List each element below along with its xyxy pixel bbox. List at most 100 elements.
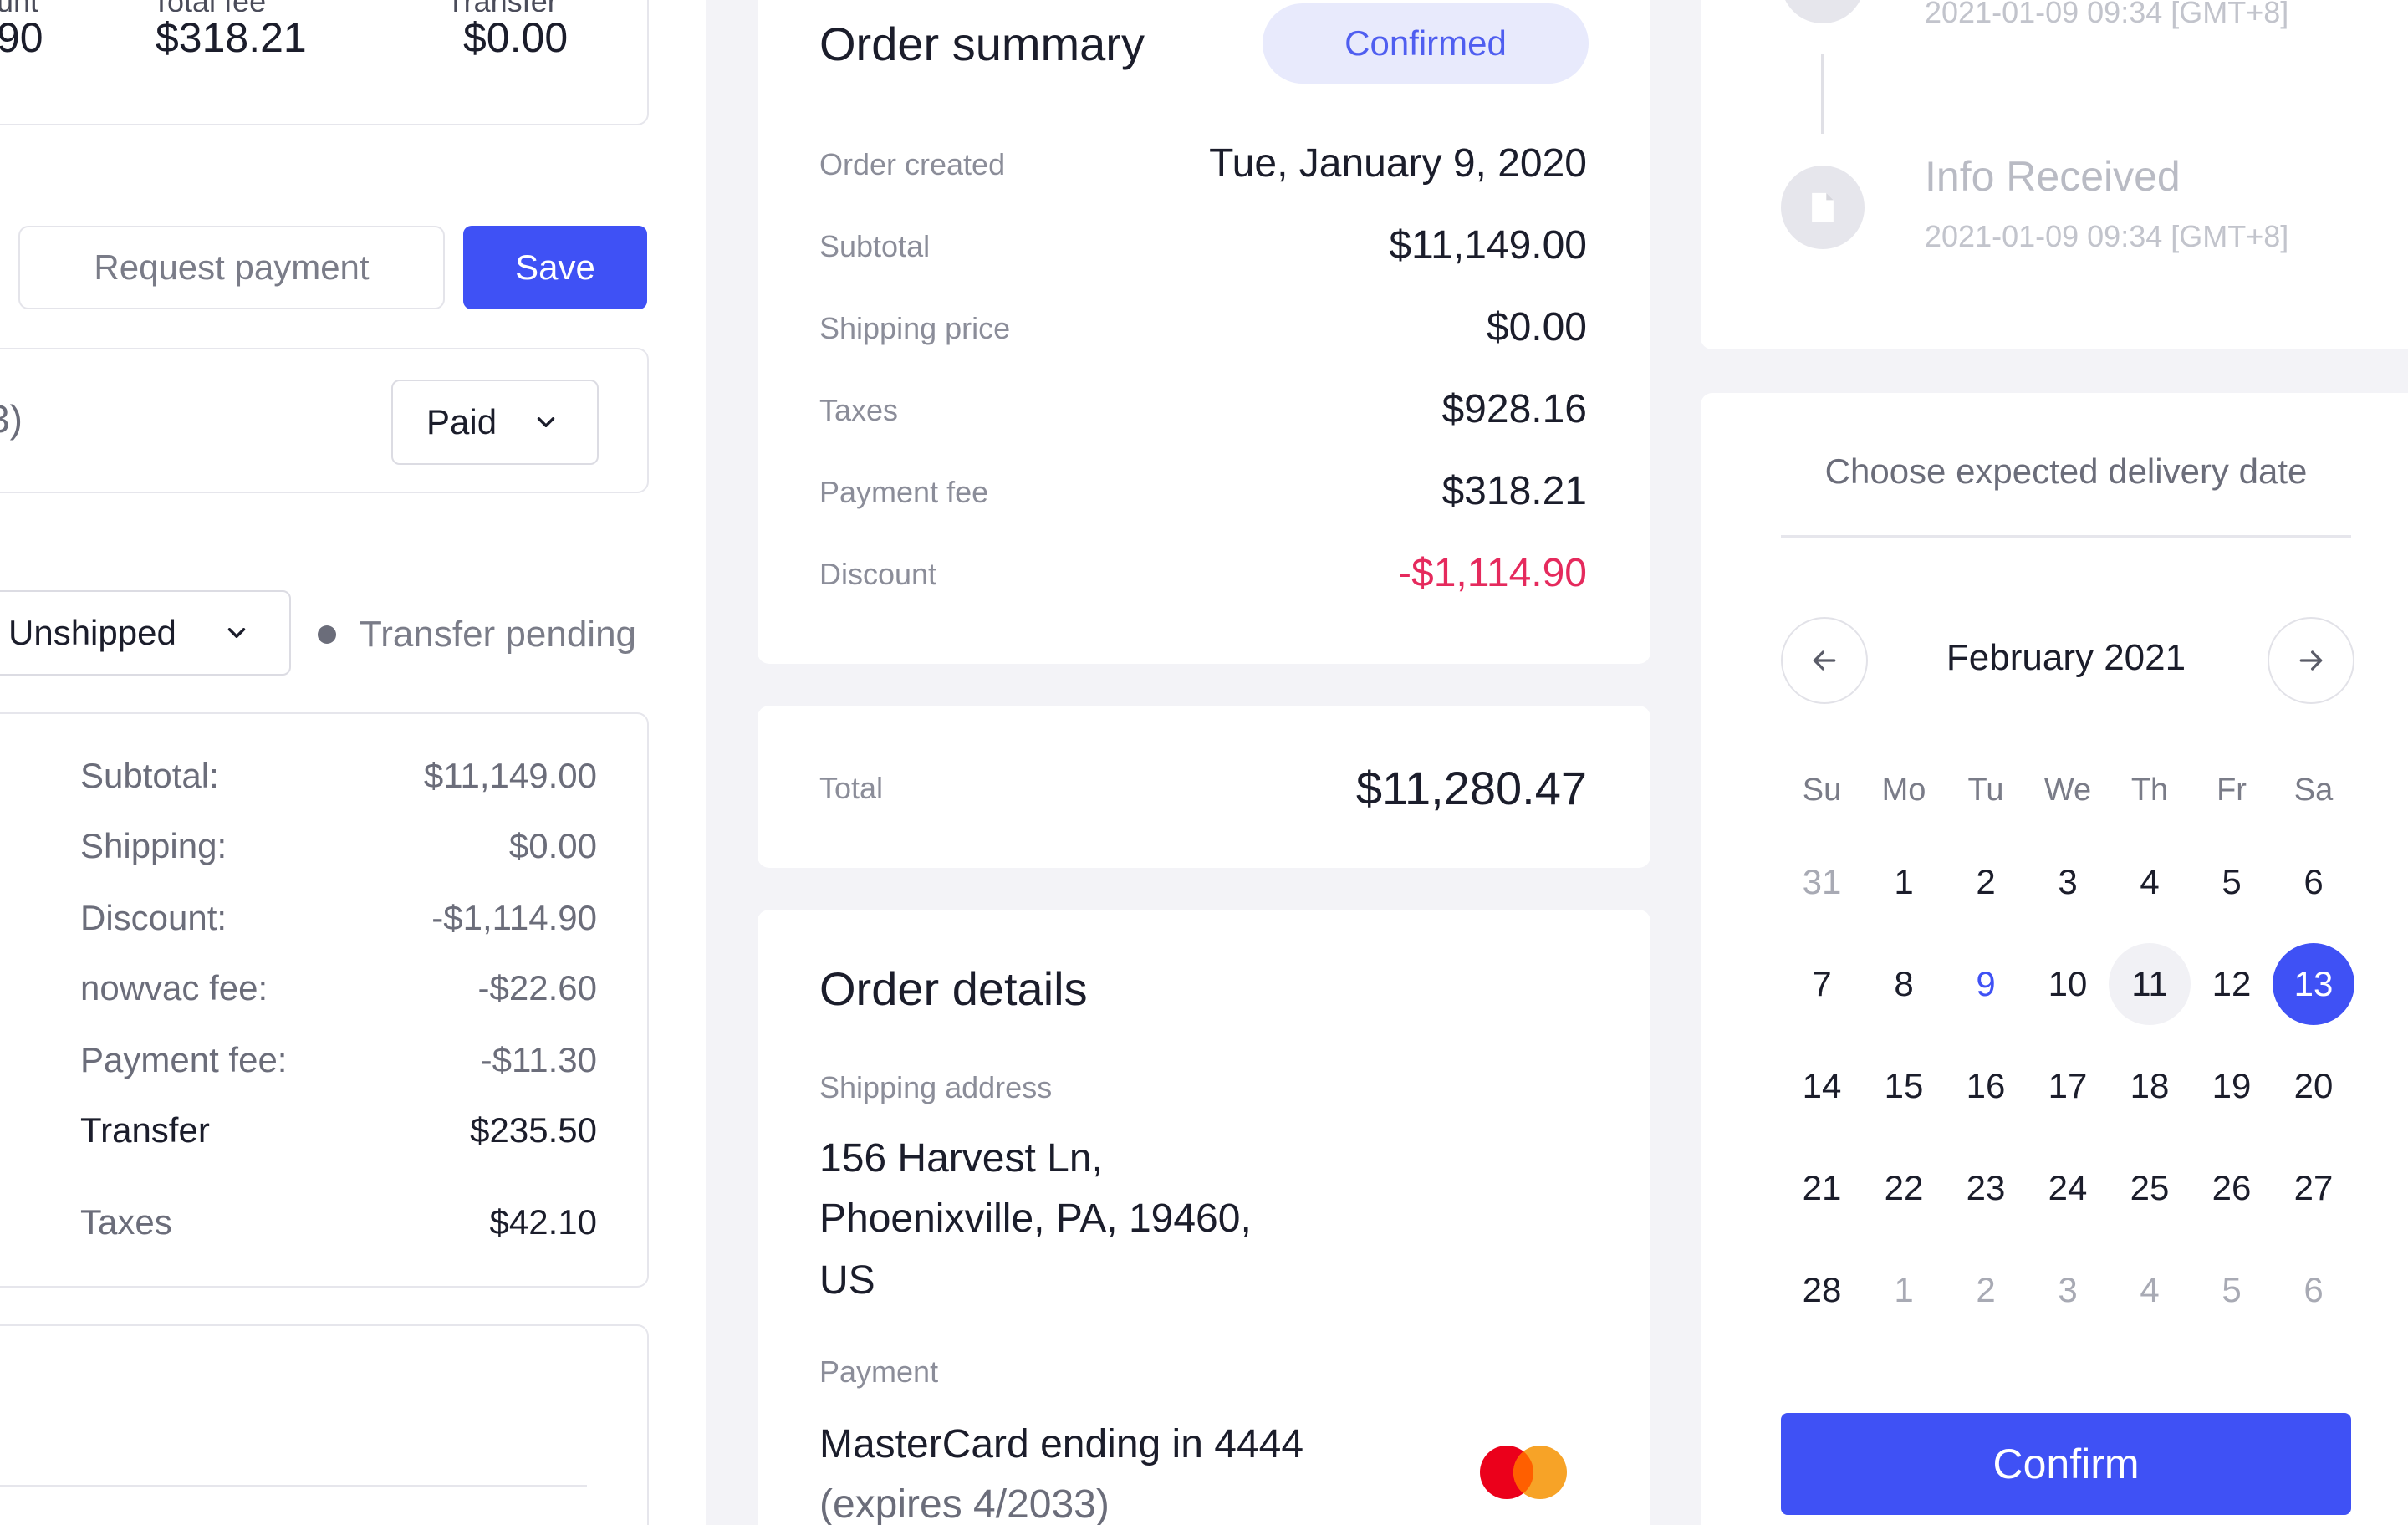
status-badge: Confirmed — [1263, 3, 1589, 84]
address-line-1: 156 Harvest Ln, — [819, 1136, 1103, 1181]
dow-fr: Fr — [2217, 773, 2247, 808]
calendar-day[interactable]: 15 — [1863, 1045, 1945, 1127]
calendar-day-outside[interactable]: 4 — [2109, 1249, 2191, 1331]
calendar-day-outside[interactable]: 31 — [1781, 841, 1863, 923]
order-summary-title: Order summary — [819, 18, 1145, 70]
stat-value-total-fee: $318.21 — [156, 14, 307, 61]
calendar-day[interactable]: 1 — [1863, 841, 1945, 923]
calendar-day[interactable]: 6 — [2273, 841, 2354, 923]
summary-value-shipping: $0.00 — [1486, 305, 1587, 349]
payment-card-line: MasterCard ending in 4444 — [819, 1422, 1304, 1466]
summary-value-discount: -$1,114.90 — [1398, 551, 1587, 595]
calendar-day[interactable]: 20 — [2273, 1045, 2354, 1127]
save-button[interactable]: Save — [463, 226, 647, 309]
breakdown-row-shipping: Shipping: $0.00 — [80, 826, 597, 865]
arrow-left-icon — [1813, 650, 1836, 671]
dow-mo: Mo — [1881, 773, 1926, 808]
calendar-day[interactable]: 3 — [2027, 841, 2109, 923]
summary-label-subtotal: Subtotal — [819, 229, 931, 263]
calendar-day[interactable]: 4 — [2109, 841, 2191, 923]
calendar-day[interactable]: 25 — [2109, 1147, 2191, 1229]
calendar-day-outside[interactable]: 1 — [1863, 1249, 1945, 1331]
dow-tu: Tu — [1967, 773, 2004, 808]
arrow-right-icon — [2299, 650, 2323, 671]
breakdown-row-transfer: Transfer $235.50 — [80, 1110, 597, 1150]
calendar-day[interactable]: 9 — [1945, 943, 2027, 1025]
stat-value-transfer: $0.00 — [463, 14, 569, 61]
timeline-connector — [1821, 54, 1824, 134]
calendar-day[interactable]: 14 — [1781, 1045, 1863, 1127]
shipping-select-value: Unshipped — [8, 613, 176, 652]
address-line-3: US — [819, 1258, 875, 1303]
delivery-date-prompt: Choose expected delivery date — [1824, 451, 2308, 491]
payment-label: Payment — [819, 1354, 939, 1389]
calendar-day[interactable]: 8 — [1863, 943, 1945, 1025]
calendar-day[interactable]: 26 — [2191, 1147, 2273, 1229]
calendar-day[interactable]: 17 — [2027, 1045, 2109, 1127]
timeline-event-title: Info Received — [1925, 153, 2181, 200]
total-label: Total — [819, 771, 884, 805]
shipping-address-label: Shipping address — [819, 1070, 1053, 1104]
calendar-day[interactable]: 22 — [1863, 1147, 1945, 1229]
calendar-day[interactable]: 11 — [2109, 943, 2191, 1025]
dow-sa: Sa — [2293, 773, 2334, 808]
calendar-day[interactable]: 13 — [2273, 943, 2354, 1025]
calendar-day[interactable]: 24 — [2027, 1147, 2109, 1229]
breakdown-row-discount: Discount: -$1,114.90 — [80, 898, 597, 937]
calendar-day-outside[interactable]: 2 — [1945, 1249, 2027, 1331]
calendar-day-outside[interactable]: 6 — [2273, 1249, 2354, 1331]
stat-value-amount: 90 — [0, 14, 43, 61]
breakdown-row-subtotal: Subtotal: $11,149.00 — [80, 756, 597, 795]
breakdown-row-platform-fee: nowvac fee: -$22.60 — [80, 968, 597, 1007]
calendar-day[interactable]: 27 — [2273, 1147, 2354, 1229]
calendar-day[interactable]: 16 — [1945, 1045, 2027, 1127]
calendar-day[interactable]: 19 — [2191, 1045, 2273, 1127]
timeline-time-top: 2021-01-09 09:34 [GMT+8] — [1925, 0, 2289, 29]
calendar-day[interactable]: 23 — [1945, 1147, 2027, 1229]
order-details-title: Order details — [819, 962, 1088, 1015]
stat-header-total-fee: Total fee — [152, 0, 266, 12]
transfer-status-dot — [318, 625, 336, 644]
summary-value-order-created: Tue, January 9, 2020 — [1209, 141, 1587, 186]
total-value: $11,280.47 — [1355, 762, 1587, 814]
summary-value-subtotal: $11,149.00 — [1389, 223, 1587, 268]
document-icon — [1781, 166, 1865, 249]
divider — [1781, 535, 2351, 538]
calendar-day-outside[interactable]: 5 — [2191, 1249, 2273, 1331]
summary-value-payment-fee: $318.21 — [1441, 469, 1587, 513]
transfer-status-text: Transfer pending — [360, 614, 637, 655]
calendar-day[interactable]: 18 — [2109, 1045, 2191, 1127]
calendar-day[interactable]: 7 — [1781, 943, 1863, 1025]
confirm-button[interactable]: Confirm — [1781, 1413, 2351, 1515]
payment-status-card: 3) Paid — [0, 348, 649, 493]
divider — [0, 1485, 587, 1487]
paid-select[interactable]: Paid — [391, 380, 599, 465]
calendar-day-outside[interactable]: 3 — [2027, 1249, 2109, 1331]
next-month-button[interactable] — [2268, 617, 2354, 704]
calendar-day[interactable]: 12 — [2191, 943, 2273, 1025]
summary-label-payment-fee: Payment fee — [819, 475, 989, 509]
stats-card: unt Total fee Transfer 90 $318.21 $0.00 — [0, 0, 649, 125]
shipping-status-select[interactable]: Unshipped — [0, 590, 291, 676]
stat-header-transfer: Transfer — [446, 0, 558, 12]
summary-label-taxes: Taxes — [819, 393, 899, 427]
summary-value-taxes: $928.16 — [1441, 387, 1587, 431]
calendar-day[interactable]: 5 — [2191, 841, 2273, 923]
calendar-day[interactable]: 2 — [1945, 841, 2027, 923]
prev-month-button[interactable] — [1781, 617, 1868, 704]
calendar-month-label: February 2021 — [1946, 637, 2186, 678]
stat-header-amount: unt — [0, 0, 38, 12]
payout-text: 3) — [0, 397, 23, 441]
request-payment-button[interactable]: Request payment — [18, 226, 445, 309]
chevron-down-icon — [227, 628, 246, 638]
dow-su: Su — [1802, 773, 1842, 808]
mastercard-icon — [1478, 1445, 1569, 1500]
calendar-day[interactable]: 21 — [1781, 1147, 1863, 1229]
breakdown-row-taxes: Taxes $42.10 — [80, 1202, 597, 1242]
timeline-event-time: 2021-01-09 09:34 [GMT+8] — [1925, 219, 2289, 253]
payment-expiry: (expires 4/2033) — [819, 1482, 1110, 1525]
summary-label-order-created: Order created — [819, 147, 1006, 181]
chevron-down-icon — [537, 417, 555, 427]
calendar-day[interactable]: 10 — [2027, 943, 2109, 1025]
calendar-day[interactable]: 28 — [1781, 1249, 1863, 1331]
